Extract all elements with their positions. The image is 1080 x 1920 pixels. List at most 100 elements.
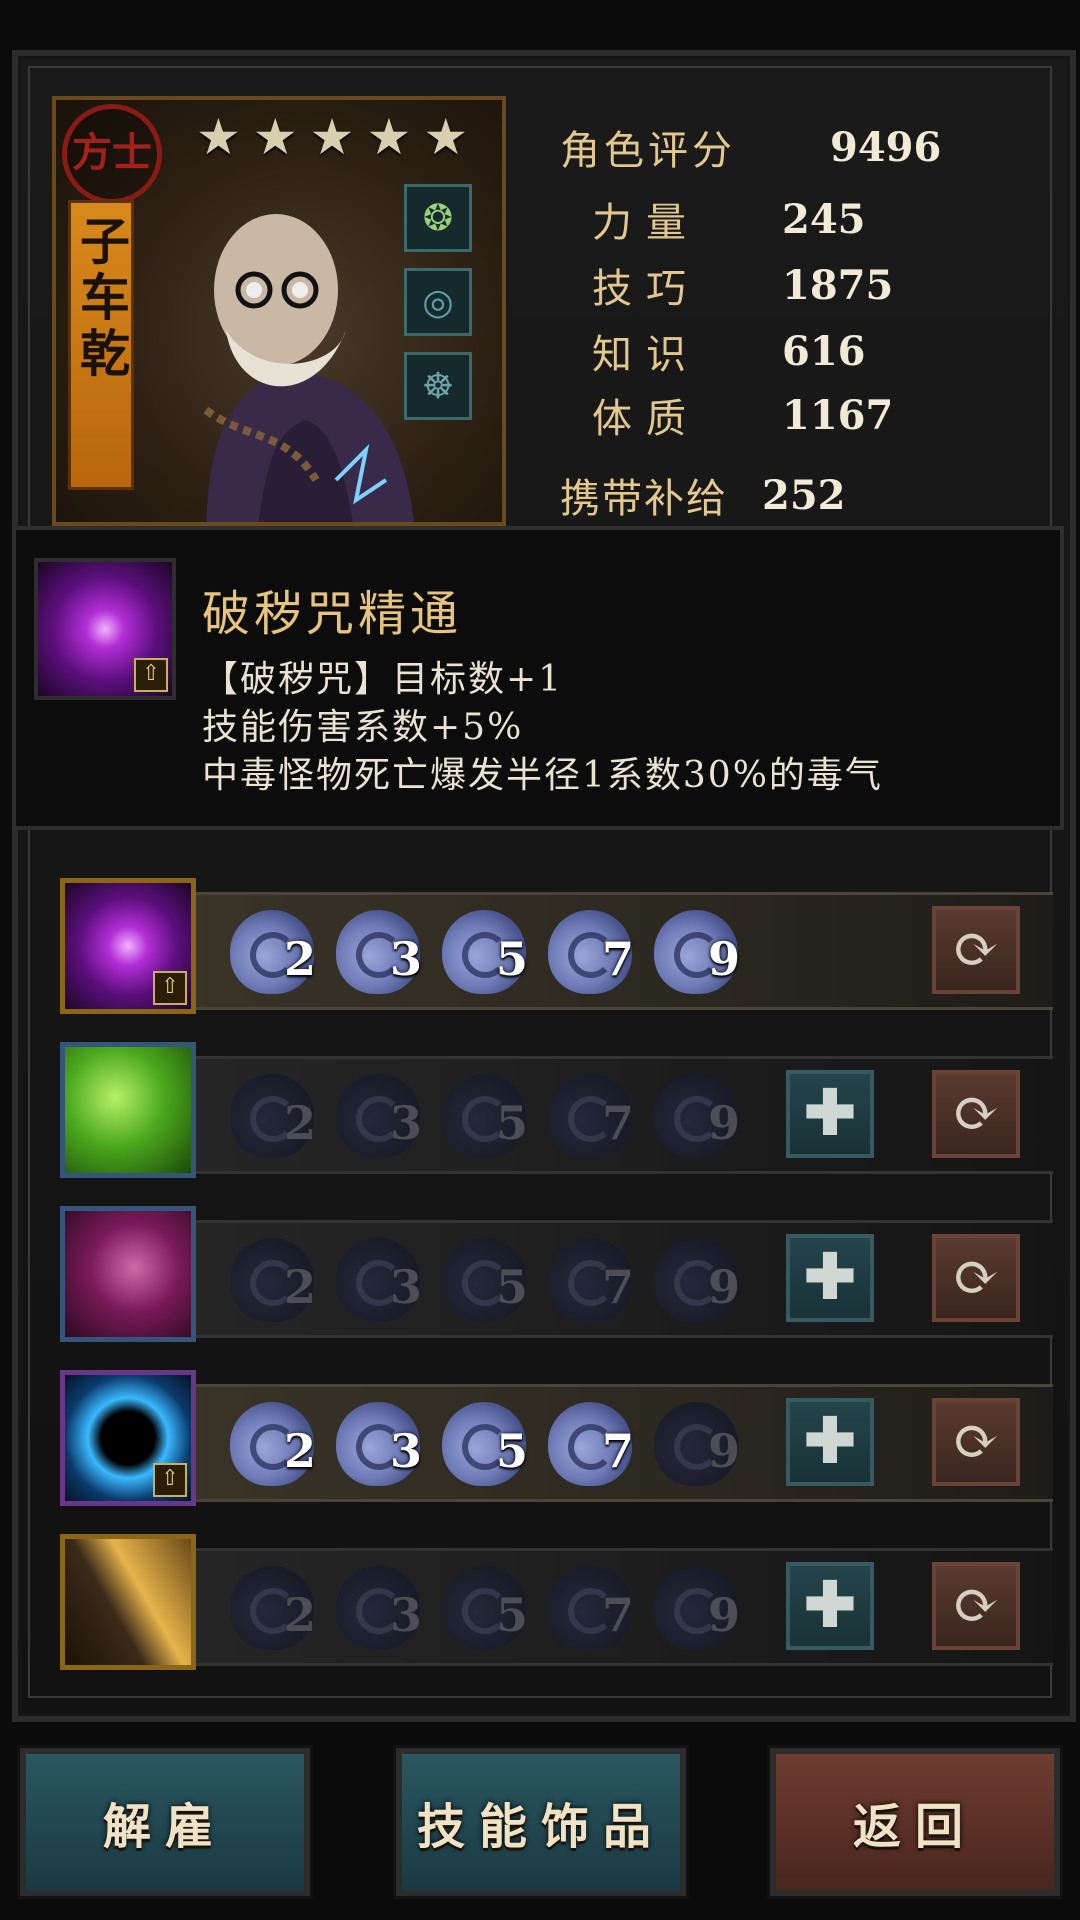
skill-level-number: 9 (708, 1260, 741, 1314)
skill-level-number: 5 (496, 1096, 529, 1150)
stat-strength: 力量 245 (592, 190, 866, 248)
upgrade-skill-button[interactable]: ✚ (786, 1070, 874, 1158)
skill-level-pip: 3 (336, 1232, 430, 1324)
stat-strength-label: 力量 (592, 200, 700, 246)
skill-level-number: 9 (708, 1096, 741, 1150)
skill-level-pip: 7 (548, 1560, 642, 1652)
skill-level-pip: 3 (336, 1068, 430, 1160)
star-icon: ★ (309, 108, 355, 166)
skill-row-5: 2 3 5 7 9 ✚ ⟳ (60, 1534, 1055, 1672)
stat-knowledge-label: 知识 (592, 332, 700, 378)
purple-vortex-skill-icon[interactable]: ⇧ (60, 878, 196, 1014)
skill-level-number: 3 (390, 1588, 423, 1642)
skill-level-number: 7 (602, 1424, 635, 1478)
skill-level-pip: 2 (230, 1232, 324, 1324)
skill-level-number: 5 (496, 932, 529, 986)
stat-supplies: 携带补给 252 (560, 466, 846, 524)
stat-score-value: 9496 (830, 123, 942, 171)
skill-level-pips: 2 3 5 7 9 (230, 904, 748, 996)
skill-level-pip: 2 (230, 904, 324, 996)
upgrade-arrow-icon: ⇧ (153, 1463, 187, 1497)
skill-level-pips: 2 3 5 7 9 (230, 1560, 748, 1652)
stat-constitution-label: 体质 (592, 396, 700, 442)
swap-skill-button[interactable]: ⟳ (932, 1070, 1020, 1158)
skill-level-number: 2 (284, 932, 317, 986)
golden-slash-skill-icon[interactable] (60, 1534, 196, 1670)
skill-level-pip: 7 (548, 1068, 642, 1160)
skill-row-3: 2 3 5 7 9 ✚ ⟳ (60, 1206, 1055, 1344)
skill-level-pip: 9 (654, 1396, 748, 1488)
hero-portrait: 方士 子车乾 ★ ★ ★ ★ ★ ❂ ◎ ☸ (52, 96, 506, 526)
back-button[interactable]: 返回 (767, 1745, 1063, 1899)
skill-level-number: 3 (390, 1424, 423, 1478)
skill-level-number: 7 (602, 932, 635, 986)
stat-score-label: 角色评分 (560, 128, 736, 174)
skill-level-pip: 5 (442, 1232, 536, 1324)
skill-tooltip: ⇧ 破秽咒精通 【破秽咒】目标数+1 技能伤害系数+5% 中毒怪物死亡爆发半径1… (12, 526, 1064, 830)
skill-level-number: 3 (390, 932, 423, 986)
star-icon: ★ (423, 108, 469, 166)
upgrade-skill-button[interactable]: ✚ (786, 1562, 874, 1650)
trinket-slot-1[interactable]: ❂ (404, 184, 472, 252)
skill-level-pip: 3 (336, 904, 430, 996)
skill-level-pip: 3 (336, 1396, 430, 1488)
stat-supplies-label: 携带补给 (560, 476, 728, 522)
skill-level-number: 2 (284, 1260, 317, 1314)
dismiss-button[interactable]: 解雇 (17, 1745, 313, 1899)
swap-skill-button[interactable]: ⟳ (932, 1398, 1020, 1486)
skill-level-number: 3 (390, 1260, 423, 1314)
skill-level-pip: 5 (442, 1396, 536, 1488)
skill-level-number: 7 (602, 1588, 635, 1642)
lightning-orb-skill-icon[interactable]: ⇧ (60, 1370, 196, 1506)
skill-level-pips: 2 3 5 7 9 (230, 1232, 748, 1324)
skill-level-number: 9 (708, 1588, 741, 1642)
skill-level-pip: 3 (336, 1560, 430, 1652)
skill-level-pip: 5 (442, 904, 536, 996)
skill-level-pip: 9 (654, 1560, 748, 1652)
trinket-slot-3[interactable]: ☸ (404, 352, 472, 420)
skill-row-2: 2 3 5 7 9 ✚ ⟳ (60, 1042, 1055, 1180)
skill-level-number: 3 (390, 1096, 423, 1150)
tooltip-line-3: 中毒怪物死亡爆发半径1系数30%的毒气 (202, 755, 883, 796)
upgrade-skill-button[interactable]: ✚ (786, 1234, 874, 1322)
skill-level-pip: 7 (548, 1232, 642, 1324)
hero-name: 子车乾 (72, 215, 131, 383)
skill-level-pip: 7 (548, 904, 642, 996)
skill-level-number: 2 (284, 1424, 317, 1478)
upgrade-skill-button[interactable]: ✚ (786, 1398, 874, 1486)
skill-level-pip: 9 (654, 1068, 748, 1160)
skill-level-pips: 2 3 5 7 9 (230, 1068, 748, 1160)
green-fist-skill-icon[interactable] (60, 1042, 196, 1178)
skill-level-number: 5 (496, 1424, 529, 1478)
stat-skill-label: 技巧 (592, 266, 700, 312)
stat-supplies-value: 252 (762, 471, 846, 519)
skill-level-pips: 2 3 5 7 9 (230, 1396, 748, 1488)
skill-row-4: ⇧ 2 3 5 7 9 ✚ ⟳ (60, 1370, 1055, 1508)
crimson-grab-skill-icon[interactable] (60, 1206, 196, 1342)
upgrade-arrow-icon: ⇧ (134, 658, 168, 692)
teal-swirl-trinket-icon: ◎ (422, 281, 454, 323)
skill-trinkets-button[interactable]: 技能饰品 (393, 1745, 689, 1899)
skill-level-number: 5 (496, 1588, 529, 1642)
stat-skill-value: 1875 (782, 261, 894, 309)
skill-level-number: 7 (602, 1260, 635, 1314)
swap-skill-button[interactable]: ⟳ (932, 1562, 1020, 1650)
star-icon: ★ (196, 108, 241, 166)
stat-constitution-value: 1167 (782, 391, 894, 439)
teal-figure-trinket-icon: ☸ (421, 365, 455, 407)
class-seal: 方士 (62, 104, 162, 204)
skill-level-pip: 9 (654, 1232, 748, 1324)
swap-skill-button[interactable]: ⟳ (932, 1234, 1020, 1322)
skill-level-number: 7 (602, 1096, 635, 1150)
skill-level-pip: 2 (230, 1068, 324, 1160)
skill-level-pip: 5 (442, 1068, 536, 1160)
skill-level-number: 2 (284, 1588, 317, 1642)
trinket-slot-2[interactable]: ◎ (404, 268, 472, 336)
skill-level-pip: 5 (442, 1560, 536, 1652)
green-orb-trinket-icon: ❂ (422, 197, 454, 239)
hero-name-banner: 子车乾 (68, 200, 134, 490)
hero-character-art (203, 214, 414, 522)
skill-level-pip: 2 (230, 1560, 324, 1652)
swap-skill-button[interactable]: ⟳ (932, 906, 1020, 994)
skill-level-pip: 7 (548, 1396, 642, 1488)
